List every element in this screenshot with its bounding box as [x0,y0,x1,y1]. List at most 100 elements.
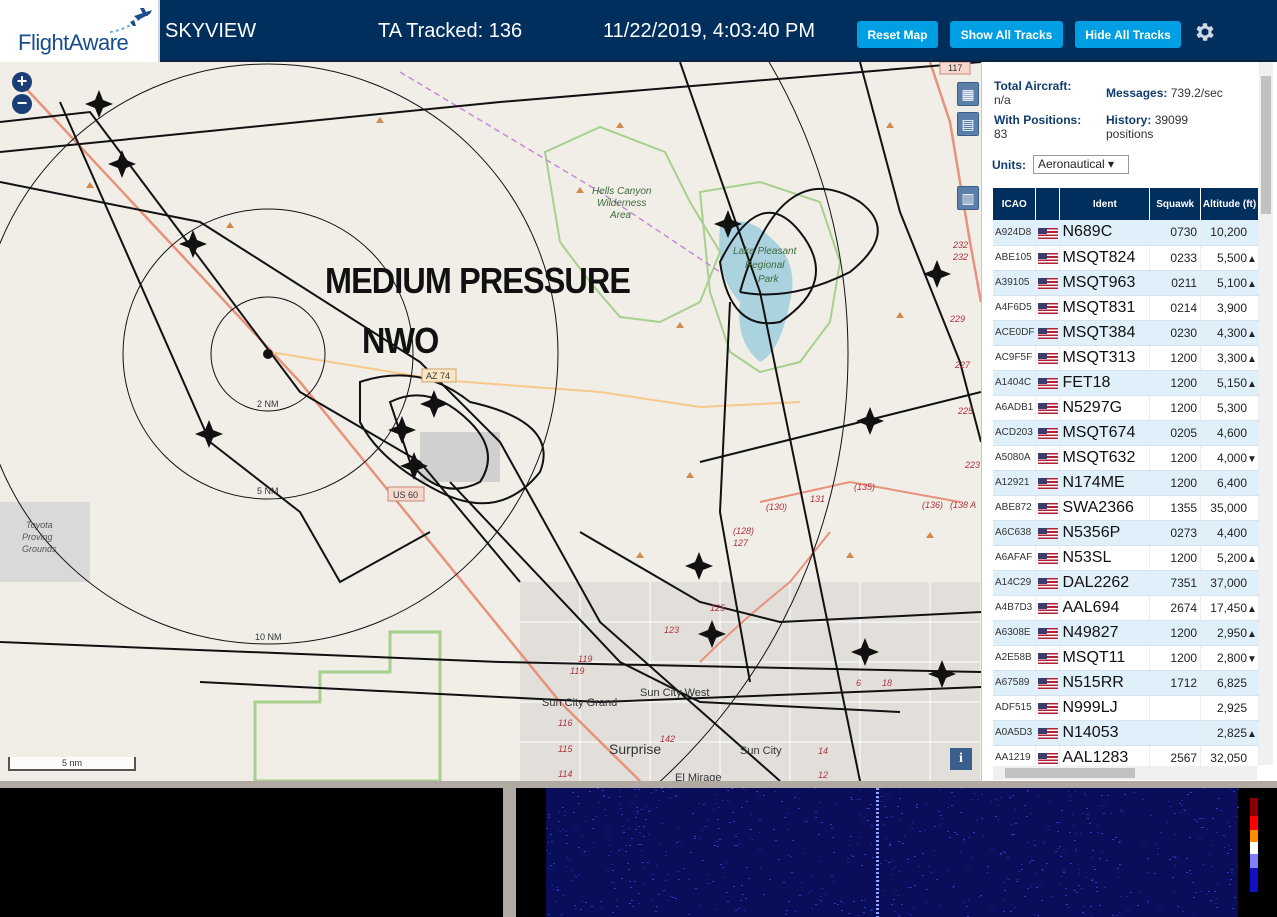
altitude-trend-icon: ▼ [1247,653,1257,665]
table-row[interactable]: ABE105 MSQT824 0233 5,500▲ [993,245,1259,271]
table-row[interactable]: A6C638 N5356P 0273 4,400 [993,520,1259,546]
horizontal-scrollbar[interactable] [993,766,1257,780]
altitude-trend-icon: ▲ [1247,328,1257,340]
ident-cell: MSQT632 [1059,445,1151,471]
ident-cell: MSQT824 [1059,245,1151,271]
grid-icon[interactable]: ▤ [957,112,979,136]
us-flag-icon [1037,752,1058,764]
milepost: 14 [818,746,828,756]
us-flag-icon [1037,227,1058,239]
altitude-cell: 2,950▲ [1200,620,1259,646]
spectrogram-colorbar [1250,798,1258,892]
table-row[interactable]: ACE0DF MSQT384 0230 4,300▲ [993,320,1259,346]
flag-cell [1035,520,1061,546]
units-select[interactable]: Aeronautical ▾ [1033,155,1129,174]
altitude-cell: 5,500▲ [1200,245,1259,271]
altitude-value: 35,000 [1210,500,1247,515]
flag-cell [1035,395,1061,421]
gear-icon[interactable] [1192,20,1216,44]
us-flag-icon [1037,377,1058,389]
table-row[interactable]: ACD203 MSQT674 0205 4,600 [993,420,1259,446]
column-header-squawk[interactable]: Squawk [1149,188,1202,220]
icao-cell: A14C29 [993,570,1037,596]
us-flag-icon [1037,502,1058,514]
altitude-value: 3,900 [1216,300,1247,315]
map-label: Hells Canyon [592,186,652,197]
columns-icon[interactable]: ▥ [957,186,979,210]
table-row[interactable]: ABE872 SWA2366 1355 35,000 [993,495,1259,521]
table-row[interactable]: A67589 N515RR 1712 6,825 [993,670,1259,696]
reset-map-button[interactable]: Reset Map [857,21,938,48]
icao-cell: ABE105 [993,245,1037,271]
table-row[interactable]: A39105 MSQT963 0211 5,100▲ [993,270,1259,296]
info-button[interactable]: i [950,748,972,770]
history-stat: History: 39099 positions [1106,113,1188,141]
vertical-scrollbar[interactable] [1259,62,1273,765]
icao-cell: AA1219 [993,745,1037,766]
zoom-out-button[interactable]: − [12,94,32,114]
map-scale-bar: 5 nm [8,757,136,771]
map-canvas[interactable]: Hells Canyon Wilderness Area Lake Pleasa… [0,62,981,781]
icao-cell: A924D8 [993,220,1037,246]
table-row[interactable]: AA1219 AAL1283 2567 32,050 [993,745,1259,766]
map-label: Proving [22,532,53,542]
ring-label-2nm: 2 NM [257,399,279,409]
icao-cell: A0A5D3 [993,720,1037,746]
ident-cell: N515RR [1059,670,1151,696]
table-row[interactable]: A4F6D5 MSQT831 0214 3,900 [993,295,1259,321]
column-header-icao[interactable]: ICAO [993,188,1037,220]
milepost: (136) [922,500,943,510]
table-row[interactable]: A14C29 DAL2262 7351 37,000 [993,570,1259,596]
ident-cell: N999LJ [1059,695,1151,721]
hide-all-tracks-button[interactable]: Hide All Tracks [1075,21,1181,48]
altitude-trend-icon: ▲ [1247,553,1257,565]
table-row[interactable]: A12921 N174ME 1200 6,400 [993,470,1259,496]
altitude-value: 2,925 [1216,700,1247,715]
table-row[interactable]: ADF515 N999LJ 2,925 [993,695,1259,721]
table-row[interactable]: A6AFAF N53SL 1200 5,200▲ [993,545,1259,571]
ident-cell: N174ME [1059,470,1151,496]
milepost: 12 [818,770,828,780]
table-row[interactable]: A5080A MSQT632 1200 4,000▼ [993,445,1259,471]
milepost: (130) [766,502,787,512]
flightaware-logo[interactable]: FlightAware [0,0,160,62]
flag-cell [1035,345,1061,371]
map-view[interactable]: Hells Canyon Wilderness Area Lake Pleasa… [0,62,981,781]
table-row[interactable]: A6ADB1 N5297G 1200 5,300 [993,395,1259,421]
vertical-scroll-thumb[interactable] [1261,76,1271,214]
table-row[interactable]: A6308E N49827 1200 2,950▲ [993,620,1259,646]
column-header-altitude[interactable]: Altitude (ft) [1200,188,1259,220]
zoom-in-button[interactable]: + [12,72,32,92]
table-row[interactable]: A924D8 N689C 0730 10,200 [993,220,1259,246]
table-row[interactable]: A0A5D3 N14053 2,825▲ [993,720,1259,746]
table-row[interactable]: AC9F5F MSQT313 1200 3,300▲ [993,345,1259,371]
icao-cell: A4F6D5 [993,295,1037,321]
map-layer-icon[interactable]: ▦ [957,82,979,106]
skyview-app: FlightAware SKYVIEW TA Tracked: 136 11/2… [0,0,1277,917]
altitude-cell: 2,825▲ [1200,720,1259,746]
squawk-cell: 0214 [1149,295,1202,321]
table-row[interactable]: A2E58B MSQT11 1200 2,800▼ [993,645,1259,671]
icao-cell: A2E58B [993,645,1037,671]
show-all-tracks-button[interactable]: Show All Tracks [950,21,1063,48]
column-header-ident[interactable]: Ident [1059,188,1151,220]
map-label: Toyota [26,520,53,530]
us-flag-icon [1037,327,1058,339]
horizontal-scroll-thumb[interactable] [1005,768,1135,778]
squawk-cell: 2674 [1149,595,1202,621]
column-header-flag[interactable] [1035,188,1061,220]
squawk-cell: 1200 [1149,470,1202,496]
flag-cell [1035,695,1061,721]
place-label: Surprise [609,741,661,757]
spectrogram-pane [516,788,1277,917]
flag-cell [1035,495,1061,521]
toyota-proving-grounds [0,502,90,582]
altitude-value: 2,950 [1216,625,1247,640]
us-flag-icon [1037,352,1058,364]
squawk-cell: 0211 [1149,270,1202,296]
table-row[interactable]: A1404C FET18 1200 5,150▲ [993,370,1259,396]
flag-cell [1035,270,1061,296]
milepost: 6 [856,678,861,688]
table-row[interactable]: A4B7D3 AAL694 2674 17,450▲ [993,595,1259,621]
milepost: 131 [810,494,825,504]
